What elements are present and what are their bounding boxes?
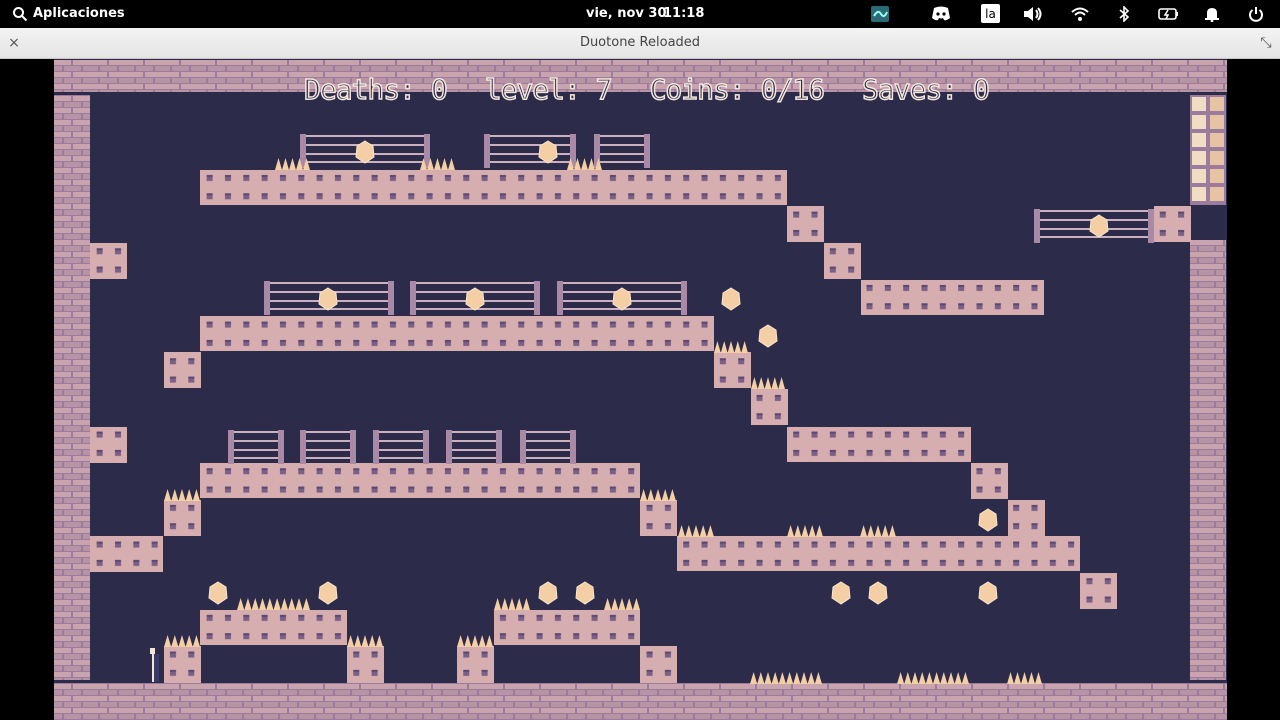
spike-row <box>1007 672 1042 684</box>
brick-wall-left <box>54 95 90 680</box>
solid-block <box>90 536 163 572</box>
search-icon[interactable] <box>10 4 30 24</box>
solid-block <box>200 610 347 645</box>
solid-block <box>164 500 201 536</box>
spike-row <box>897 672 969 684</box>
spike-row <box>860 525 896 537</box>
game-canvas[interactable]: Deaths: 0 level: 7 Coins: 0/16 Saves: 0 <box>54 59 1227 720</box>
app-indicator-icon[interactable] <box>870 4 890 24</box>
solid-block <box>90 427 127 463</box>
solid-block <box>494 610 640 645</box>
brick-wall-bottom <box>54 683 1227 720</box>
spike-row <box>604 598 640 610</box>
time-label[interactable]: 11:18 <box>663 6 704 21</box>
coin <box>538 581 558 605</box>
spike-row <box>751 377 785 389</box>
fence-barrier <box>373 430 429 464</box>
fence-barrier <box>446 430 502 464</box>
solid-block <box>164 646 201 683</box>
spike-row <box>164 635 200 647</box>
coins-counter: Coins: 0/16 <box>649 72 826 107</box>
fence-barrier <box>228 430 284 464</box>
spike-row <box>494 598 530 610</box>
wifi-icon[interactable] <box>1070 4 1090 24</box>
solid-block <box>200 463 640 498</box>
saves-counter: Saves: 0 <box>861 72 990 107</box>
spike-row <box>164 489 200 501</box>
battery-icon[interactable] <box>1158 4 1178 24</box>
keyboard-layout-indicator[interactable]: la <box>981 4 1000 23</box>
solid-block <box>164 352 201 388</box>
solid-block <box>457 646 494 683</box>
window-title: Duotone Reloaded <box>579 35 701 50</box>
volume-icon[interactable] <box>1023 4 1043 24</box>
coin <box>831 581 851 605</box>
solid-block <box>347 646 384 683</box>
fence-barrier <box>594 134 650 168</box>
coin <box>758 324 778 348</box>
spike-row <box>640 489 676 501</box>
solid-block <box>200 170 787 205</box>
date-label[interactable]: vie, nov 30 <box>586 6 667 21</box>
coin <box>721 287 741 311</box>
solid-block <box>640 500 677 536</box>
keyboard-layout-label: la <box>985 6 996 21</box>
level-indicator: level: 7 <box>484 72 613 107</box>
solid-block <box>787 206 824 242</box>
brick-wall-right <box>1190 240 1226 680</box>
bluetooth-icon[interactable] <box>1114 4 1134 24</box>
coin <box>318 581 338 605</box>
solid-block <box>1080 573 1117 609</box>
solid-block <box>751 389 788 425</box>
maximize-button[interactable]: ⤡ <box>1256 33 1276 53</box>
player-character <box>150 648 159 682</box>
solid-block <box>200 316 714 351</box>
hud: Deaths: 0 level: 7 Coins: 0/16 Saves: 0 <box>303 72 990 113</box>
spike-row <box>750 672 822 684</box>
spike-row <box>347 635 383 647</box>
solid-block <box>787 427 971 462</box>
coin <box>978 508 998 532</box>
spike-row <box>678 525 714 537</box>
deaths-counter: Deaths: 0 <box>303 72 448 107</box>
solid-block <box>714 352 751 388</box>
applications-menu[interactable]: Aplicaciones <box>33 6 125 21</box>
coin <box>868 581 888 605</box>
spike-row <box>237 598 310 610</box>
top-panel: Aplicaciones vie, nov 30 11:18 la <box>0 0 1280 28</box>
coin <box>1089 214 1109 238</box>
solid-block <box>90 243 127 279</box>
fence-barrier <box>300 430 356 464</box>
solid-block <box>677 536 1080 571</box>
solid-block <box>640 646 677 683</box>
spike-row <box>714 341 748 353</box>
level-scene <box>54 60 1227 720</box>
spike-row <box>787 525 823 537</box>
coin <box>978 581 998 605</box>
fence-barrier <box>520 430 576 464</box>
coin <box>208 581 228 605</box>
solid-block <box>861 280 1044 315</box>
fence-barrier <box>484 134 576 168</box>
notifications-bell-icon[interactable] <box>1202 4 1222 24</box>
exit-door <box>1190 95 1226 205</box>
discord-icon[interactable] <box>931 4 951 24</box>
solid-block <box>1008 500 1045 536</box>
solid-block <box>824 243 861 279</box>
coin <box>575 581 595 605</box>
power-icon[interactable] <box>1246 4 1266 24</box>
window-titlebar[interactable]: × Duotone Reloaded ⤡ <box>0 28 1280 59</box>
solid-block <box>971 463 1008 499</box>
solid-block <box>1154 206 1191 242</box>
spike-row <box>457 635 493 647</box>
